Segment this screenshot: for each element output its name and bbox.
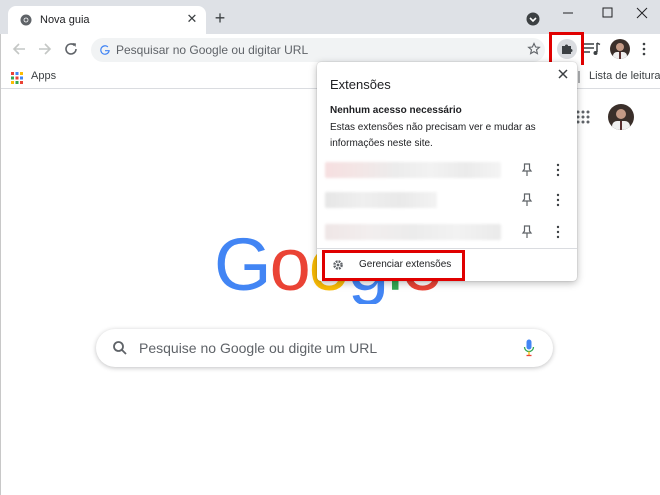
omnibox[interactable]: Pesquisar no Google ou digitar URL [91,38,545,62]
reading-list-icon[interactable] [583,41,601,57]
search-placeholder: Pesquise no Google ou digite um URL [139,340,378,356]
more-vert-icon[interactable] [555,163,561,177]
apps-label: Apps [31,70,57,82]
reading-list-label: Lista de leitura [589,70,660,82]
tab-nova-guia[interactable]: Nova guia ✕ [8,6,206,34]
close-icon[interactable]: ✕ [185,12,199,26]
more-vert-icon[interactable] [639,41,649,57]
pin-icon[interactable] [521,163,533,177]
avatar[interactable] [610,39,630,59]
star-icon[interactable] [527,42,541,56]
apps-grid-icon [11,72,23,84]
browser-window: Nova guia ✕ + Pesquisar no Google ou dig… [0,0,660,495]
pin-icon[interactable] [521,225,533,239]
popup-title: Extensões [330,77,391,92]
extension-item[interactable] [317,185,577,215]
blurred-extension-name [325,224,501,240]
back-arrow-icon[interactable] [11,41,27,57]
extension-item[interactable] [317,217,577,247]
google-apps-icon[interactable] [576,110,590,124]
search-input[interactable]: Pesquise no Google ou digite um URL [96,329,553,367]
extension-item[interactable] [317,155,577,185]
window-close-icon[interactable] [622,2,660,24]
minimize-icon[interactable] [548,2,588,24]
blurred-extension-name [325,192,437,208]
omnibox-placeholder: Pesquisar no Google ou digitar URL [116,43,309,57]
more-vert-icon[interactable] [555,193,561,207]
microphone-icon[interactable] [523,339,535,357]
profile-photo [610,39,630,59]
chrome-icon [20,14,32,26]
profile-photo [608,104,634,130]
forward-arrow-icon[interactable] [37,41,53,57]
new-tab-button[interactable]: + [211,9,229,27]
window-border [0,34,1,495]
divider [317,248,577,249]
google-g-icon [100,45,110,55]
section-description: Estas extensões não precisam ver e mudar… [330,122,536,149]
tab-strip: Nova guia ✕ + [0,0,660,34]
tab-search-icon[interactable] [526,12,540,26]
section-heading: Nenhum acesso necessário [330,105,462,116]
extensions-popup: Extensões Nenhum acesso necessário Estas… [317,62,577,281]
more-vert-icon[interactable] [555,225,561,239]
tab-title: Nova guia [40,14,90,26]
page-avatar[interactable] [608,104,634,130]
close-icon[interactable] [557,68,569,80]
search-icon [113,341,127,355]
pin-icon[interactable] [521,193,533,207]
reload-icon[interactable] [63,41,79,57]
blurred-extension-name [325,162,501,178]
manage-extensions-highlight [322,250,465,281]
